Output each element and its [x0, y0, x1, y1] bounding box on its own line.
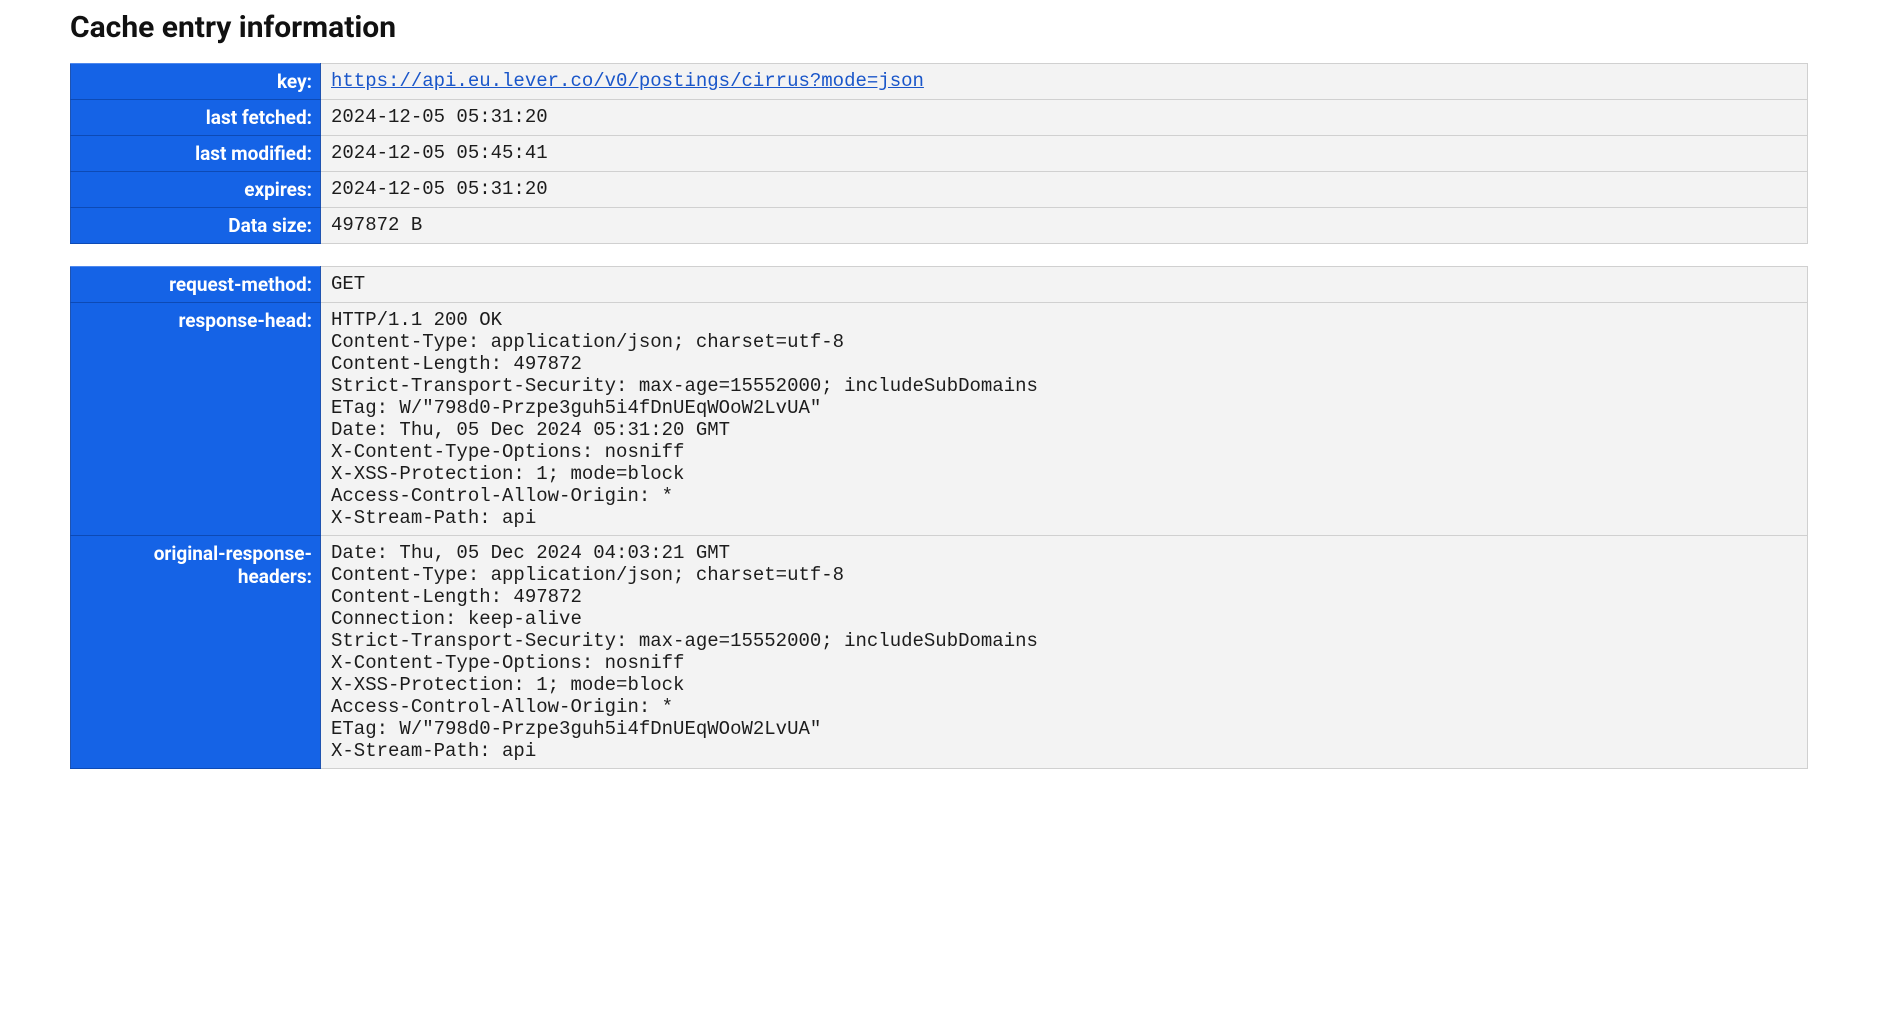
table-row: response-head:HTTP/1.1 200 OK Content-Ty…: [71, 303, 1808, 536]
table-row: original-response-headers:Date: Thu, 05 …: [71, 536, 1808, 769]
row-label-data-size: Data size:: [71, 208, 321, 244]
meta-info-tbody: request-method:GETresponse-head:HTTP/1.1…: [71, 267, 1808, 769]
meta-info-table: request-method:GETresponse-head:HTTP/1.1…: [70, 266, 1808, 769]
row-label-key: key:: [71, 64, 321, 100]
entry-info-tbody: key: https://api.eu.lever.co/v0/postings/…: [71, 64, 1808, 244]
table-row: last fetched:2024-12-05 05:31:20: [71, 100, 1808, 136]
table-row: Data size:497872 B: [71, 208, 1808, 244]
row-value-original-response-headers: Date: Thu, 05 Dec 2024 04:03:21 GMT Cont…: [321, 536, 1808, 769]
row-value-expires: 2024-12-05 05:31:20: [321, 172, 1808, 208]
row-label-request-method: request-method:: [71, 267, 321, 303]
row-label-original-response-headers: original-response-headers:: [71, 536, 321, 769]
row-value-last-fetched: 2024-12-05 05:31:20: [321, 100, 1808, 136]
row-value-request-method: GET: [321, 267, 1808, 303]
table-row: key: https://api.eu.lever.co/v0/postings/…: [71, 64, 1808, 100]
table-row: expires:2024-12-05 05:31:20: [71, 172, 1808, 208]
entry-info-table: key: https://api.eu.lever.co/v0/postings/…: [70, 63, 1808, 244]
row-value-last-modified: 2024-12-05 05:45:41: [321, 136, 1808, 172]
cache-entry-page: Cache entry information key: https://api.…: [0, 0, 1878, 831]
row-value-key: https://api.eu.lever.co/v0/postings/cirr…: [321, 64, 1808, 100]
row-value-response-head: HTTP/1.1 200 OK Content-Type: applicatio…: [321, 303, 1808, 536]
row-value-data-size: 497872 B: [321, 208, 1808, 244]
row-label-last-fetched: last fetched:: [71, 100, 321, 136]
row-label-expires: expires:: [71, 172, 321, 208]
cache-key-link[interactable]: https://api.eu.lever.co/v0/postings/cirr…: [331, 70, 924, 92]
row-label-last-modified: last modified:: [71, 136, 321, 172]
table-row: last modified:2024-12-05 05:45:41: [71, 136, 1808, 172]
page-title: Cache entry information: [70, 10, 1808, 45]
table-row: request-method:GET: [71, 267, 1808, 303]
row-label-response-head: response-head:: [71, 303, 321, 536]
